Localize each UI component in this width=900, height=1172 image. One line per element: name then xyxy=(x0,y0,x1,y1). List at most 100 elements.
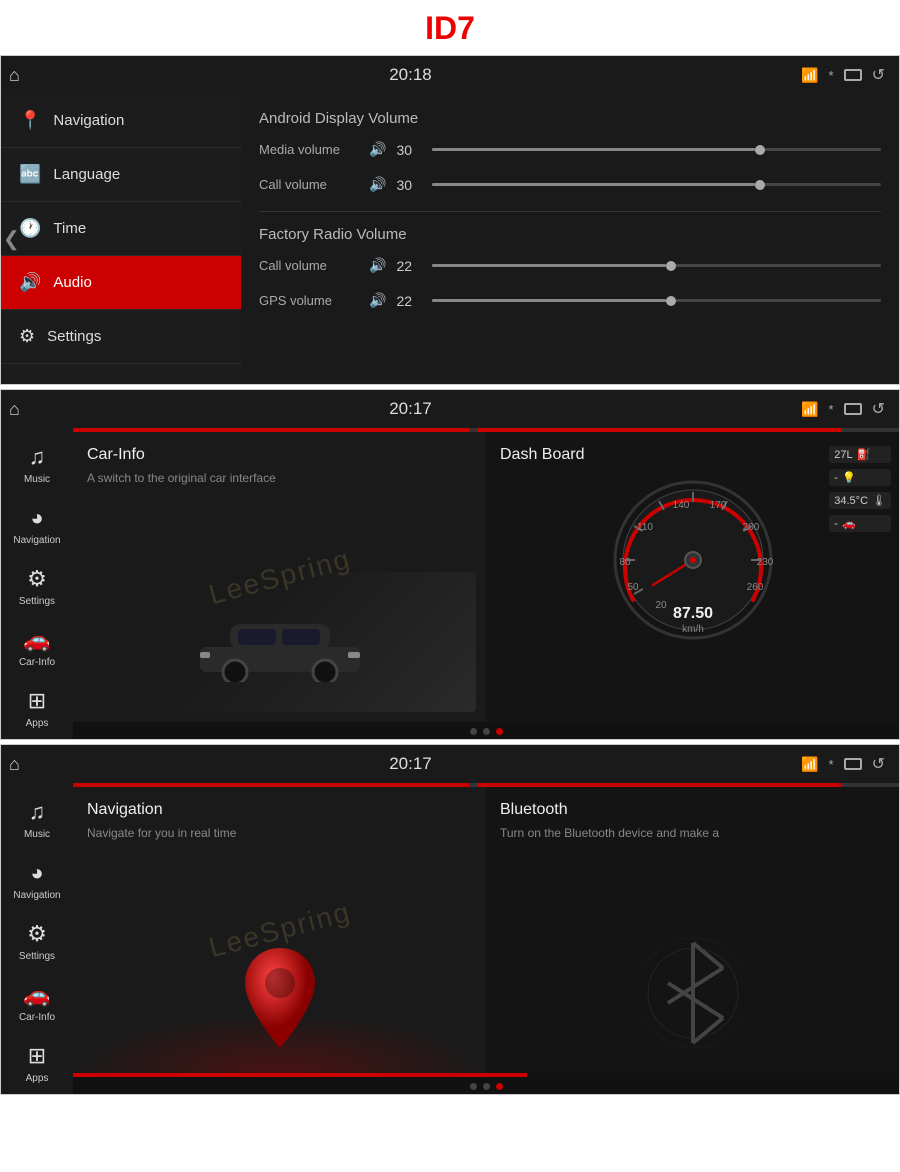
car-icon: 🚗 xyxy=(23,627,50,653)
call-vol-value-2: 22 xyxy=(396,258,422,274)
nav3-settings[interactable]: ⚙ Settings xyxy=(1,911,73,972)
dot-2-2 xyxy=(483,728,490,735)
time-3: 20:17 xyxy=(389,754,432,774)
nav-car-info[interactable]: 🚗 Car-Info xyxy=(1,617,73,678)
map-pin-svg xyxy=(235,943,325,1053)
dot-2-3 xyxy=(496,728,503,735)
bt-graphic-container xyxy=(643,933,743,1053)
navigation3-icon: ◕ xyxy=(30,860,43,886)
call-volume-row-2: Call volume 🔊 22 xyxy=(259,257,881,274)
status-icons-3: 📶 * ↺ xyxy=(801,754,885,774)
svg-text:140: 140 xyxy=(672,500,689,511)
time-2: 20:17 xyxy=(389,399,432,419)
media-vol-slider[interactable] xyxy=(432,148,881,151)
audio-icon: 🔊 xyxy=(19,272,41,293)
temp-value: 34.5°C xyxy=(834,495,868,507)
nav-apps[interactable]: ⊞ Apps xyxy=(1,678,73,739)
car-svg xyxy=(180,602,380,682)
settings-nav-label: Settings xyxy=(19,596,55,607)
nav-music[interactable]: ♫ Music xyxy=(1,434,73,495)
nav3-navigation[interactable]: ◕ Navigation xyxy=(1,850,73,911)
music3-icon: ♫ xyxy=(29,799,46,825)
call-vol-slider-1[interactable] xyxy=(432,183,881,186)
battery-icon-1 xyxy=(844,69,862,81)
extra-stat: - 🚗 xyxy=(829,515,891,532)
apps-icon: ⊞ xyxy=(28,688,46,714)
section-divider xyxy=(259,211,881,212)
back-arrow-2[interactable]: ↺ xyxy=(872,399,885,419)
car3-label: Car-Info xyxy=(19,1012,55,1023)
svg-text:170: 170 xyxy=(709,500,726,511)
dots-2 xyxy=(73,722,899,739)
bluetooth-panel[interactable]: Bluetooth Turn on the Bluetooth device a… xyxy=(486,787,899,1073)
gps-vol-thumb[interactable] xyxy=(666,296,676,306)
wifi-icon-3: 📶 xyxy=(801,756,818,773)
sidebar-1: ❮ 📍 Navigation 🔤 Language 🕐 Time 🔊 Audio… xyxy=(1,94,241,384)
gps-vol-slider[interactable] xyxy=(432,299,881,302)
call-vol-icon-1: 🔊 xyxy=(369,176,386,193)
dashboard-panel[interactable]: Dash Board 27L ⛽ - 💡 34.5°C xyxy=(486,432,899,722)
sidebar-item-audio[interactable]: 🔊 Audio xyxy=(1,256,241,310)
speedometer-svg: 50 80 110 140 170 200 230 260 20 xyxy=(603,470,783,650)
sidebar-item-navigation[interactable]: 📍 Navigation xyxy=(1,94,241,148)
navigation-panel[interactable]: LeeSpring Navigation Navigate for you in… xyxy=(73,787,486,1073)
nav3-apps[interactable]: ⊞ Apps xyxy=(1,1033,73,1094)
svg-text:km/h: km/h xyxy=(682,624,704,635)
back-arrow-3[interactable]: ↺ xyxy=(872,754,885,774)
bt-svg xyxy=(643,933,743,1053)
status-icons-1: 📶 * ↺ xyxy=(801,65,885,85)
screen1-panel: ⌂ 20:18 📶 * ↺ ❮ 📍 Navigation 🔤 Language … xyxy=(0,55,900,385)
factory-vol-title: Factory Radio Volume xyxy=(259,226,881,243)
bluetooth-icon-2: * xyxy=(829,402,834,417)
time-icon: 🕐 xyxy=(19,218,41,239)
screen2-body: ♫ Music ◕ Navigation ⚙ Settings 🚗 Car-In… xyxy=(1,428,899,739)
wifi-icon-1: 📶 xyxy=(801,67,818,84)
light-icon: 💡 xyxy=(842,471,856,484)
svg-text:20: 20 xyxy=(655,600,667,611)
nav-navigation[interactable]: ◕ Navigation xyxy=(1,495,73,556)
svg-text:50: 50 xyxy=(627,582,639,593)
screen3-panel: ⌂ 20:17 📶 * ↺ ♫ Music ◕ Navigation ⚙ Set… xyxy=(0,744,900,1095)
gps-vol-label: GPS volume xyxy=(259,293,359,308)
back-arrow-1[interactable]: ↺ xyxy=(872,65,885,85)
call-vol-slider-2[interactable] xyxy=(432,264,881,267)
media-vol-label: Media volume xyxy=(259,142,359,157)
status-bar-1: ⌂ 20:18 📶 * ↺ xyxy=(1,56,899,94)
settings3-icon: ⚙ xyxy=(27,921,47,947)
nav-settings[interactable]: ⚙ Settings xyxy=(1,556,73,617)
settings-label: Settings xyxy=(47,328,101,345)
sidebar-2: ♫ Music ◕ Navigation ⚙ Settings 🚗 Car-In… xyxy=(1,428,73,739)
car-graphic xyxy=(83,572,476,712)
battery-icon-2 xyxy=(844,403,862,415)
home-icon-3[interactable]: ⌂ xyxy=(9,754,20,775)
car3-icon: 🚗 xyxy=(23,982,50,1008)
status-icons-2: 📶 * ↺ xyxy=(801,399,885,419)
status-bar-left-3: ⌂ xyxy=(9,754,20,775)
call-vol-label-2: Call volume xyxy=(259,258,359,273)
audio-label: Audio xyxy=(53,274,91,291)
call-vol-thumb-2[interactable] xyxy=(666,261,676,271)
chevron-left-icon[interactable]: ❮ xyxy=(1,223,22,256)
media-vol-value: 30 xyxy=(396,142,422,158)
lang-label: Language xyxy=(53,166,120,183)
sidebar-item-time[interactable]: 🕐 Time xyxy=(1,202,241,256)
home-icon-1[interactable]: ⌂ xyxy=(9,65,20,86)
nav3-car-info[interactable]: 🚗 Car-Info xyxy=(1,972,73,1033)
nav3-music[interactable]: ♫ Music xyxy=(1,789,73,850)
sidebar-item-language[interactable]: 🔤 Language xyxy=(1,148,241,202)
car-info-panel[interactable]: LeeSpring Car-Info A switch to the origi… xyxy=(73,432,486,722)
panels-row-2: LeeSpring Car-Info A switch to the origi… xyxy=(73,432,899,722)
call-vol-thumb-1[interactable] xyxy=(755,180,765,190)
sidebar-item-settings[interactable]: ⚙ Settings xyxy=(1,310,241,364)
main-area-3: LeeSpring Navigation Navigate for you in… xyxy=(73,783,899,1094)
call-vol-value-1: 30 xyxy=(396,177,422,193)
screen3-body: ♫ Music ◕ Navigation ⚙ Settings 🚗 Car-In… xyxy=(1,783,899,1094)
gps-volume-row: GPS volume 🔊 22 xyxy=(259,292,881,309)
media-vol-thumb[interactable] xyxy=(755,145,765,155)
nav-icon: 📍 xyxy=(19,110,41,131)
lang-icon: 🔤 xyxy=(19,164,41,185)
screen1-body: ❮ 📍 Navigation 🔤 Language 🕐 Time 🔊 Audio… xyxy=(1,94,899,384)
status-bar-2: ⌂ 20:17 📶 * ↺ xyxy=(1,390,899,428)
svg-text:110: 110 xyxy=(637,522,653,533)
home-icon-2[interactable]: ⌂ xyxy=(9,399,20,420)
